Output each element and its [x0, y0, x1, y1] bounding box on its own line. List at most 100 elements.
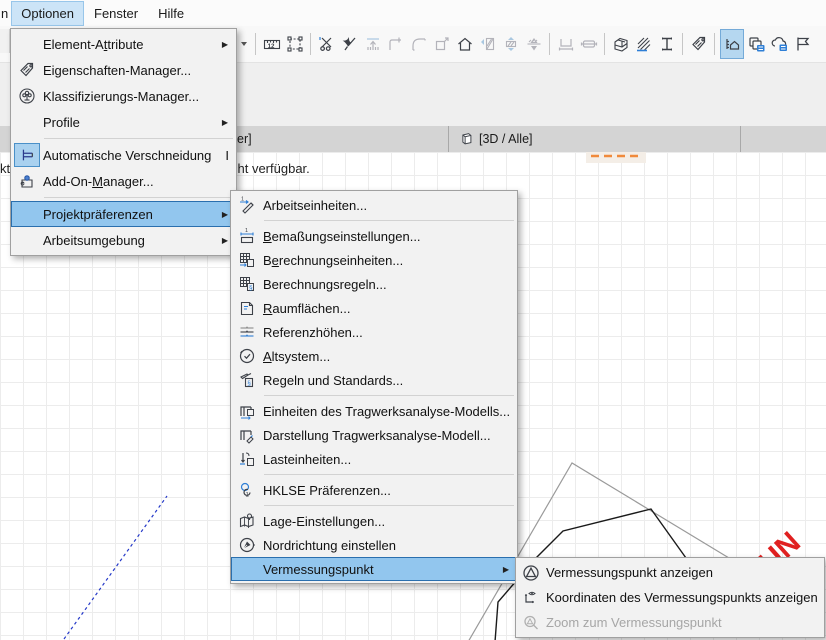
menu-item-arbeitsumgebung[interactable]: Arbeitsumgebung ▶ — [11, 227, 236, 253]
menu-separator — [264, 505, 514, 506]
tab-clipped[interactable]: er] — [237, 132, 252, 146]
menu-item-add-on-manager[interactable]: Add-On-Manager... — [11, 168, 236, 194]
split-scissors-icon[interactable] — [316, 30, 337, 58]
toolbar-separator — [310, 33, 311, 55]
calc-units-icon — [231, 251, 263, 269]
menubar-clipped-item[interactable]: n — [0, 2, 11, 25]
stretch-icon — [362, 30, 383, 58]
submenu-arrow-icon: ▶ — [222, 40, 230, 49]
structural-units-icon — [231, 402, 263, 420]
tag-icon — [11, 61, 43, 79]
tab-separator — [448, 126, 449, 152]
hatch-direction-icon — [500, 30, 521, 58]
door-panel-icon — [477, 30, 498, 58]
tag-label-icon[interactable] — [688, 30, 709, 58]
menu-item-darstellung-tragwerksanalyse[interactable]: Darstellung Tragwerksanalyse-Modell... — [231, 423, 517, 447]
trim-corner-icon — [385, 30, 406, 58]
tab-separator — [740, 126, 741, 152]
steel-profile-icon[interactable] — [656, 30, 677, 58]
marquee-select-icon[interactable] — [284, 30, 305, 58]
ruler-12-icon[interactable]: 12 — [261, 30, 282, 58]
menu-item-nordrichtung-einstellen[interactable]: Nordrichtung einstellen — [231, 533, 517, 557]
load-units-icon — [231, 450, 263, 468]
menu-item-referenzhoehen[interactable]: Referenzhöhen... — [231, 320, 517, 344]
quick-options-icon[interactable] — [720, 29, 744, 59]
tab-3d-alle[interactable]: [3D / Alle] — [452, 126, 539, 152]
zones-icon — [231, 299, 263, 317]
3d-box-icon — [458, 131, 474, 147]
status-message-fragment: cht verfügbar. — [231, 161, 310, 176]
svg-text:§: § — [247, 380, 251, 387]
toolbar-separator — [604, 33, 605, 55]
roof-house-icon[interactable] — [454, 30, 475, 58]
status-message-fragment-left: kt — [0, 161, 10, 176]
menu-separator — [264, 474, 514, 475]
svg-text:12: 12 — [267, 42, 274, 49]
menu-item-arbeitseinheiten[interactable]: 1 Arbeitseinheiten... — [231, 193, 517, 217]
submenu-arrow-icon: ▶ — [222, 210, 230, 219]
survey-point-icon — [516, 564, 546, 582]
menu-item-vermessungspunkt-anzeigen[interactable]: Vermessungspunkt anzeigen — [516, 560, 824, 585]
submenu-arrow-icon: ▶ — [222, 236, 230, 245]
menu-item-berechnungseinheiten[interactable]: Berechnungseinheiten... — [231, 248, 517, 272]
legacy-clock-icon — [231, 347, 263, 365]
svg-text:1: 1 — [245, 228, 248, 234]
menu-separator — [44, 138, 233, 139]
menu-item-element-attribute[interactable]: Element-Attribute ▶ — [11, 31, 236, 57]
classification-icon — [11, 87, 43, 105]
menu-item-koordinaten-anzeigen[interactable]: Koordinaten des Vermessungspunkts anzeig… — [516, 585, 824, 610]
toolbar-separator — [682, 33, 683, 55]
menu-item-berechnungsregeln[interactable]: § Berechnungsregeln... — [231, 272, 517, 296]
reference-levels-icon — [231, 323, 263, 341]
dimension-bracket-icon — [555, 30, 576, 58]
menu-item-raumflaechen[interactable]: Raumflächen... — [231, 296, 517, 320]
svg-text:§: § — [249, 285, 253, 292]
coordinates-eye-icon — [516, 589, 546, 607]
toolbar-clipped-icon — [0, 29, 10, 53]
tab-3d-label: [3D / Alle] — [479, 132, 533, 146]
cloud-settings-badge-icon[interactable] — [769, 30, 790, 58]
menu-item-einheiten-tragwerksanalyse[interactable]: Einheiten des Tragwerksanalyse-Modells..… — [231, 399, 517, 423]
copy-settings-badge-icon[interactable] — [746, 30, 767, 58]
menu-item-klassifizierungs-manager[interactable]: Klassifizierungs-Manager... — [11, 83, 236, 109]
menu-item-automatische-verschneidung[interactable]: Automatische Verschneidung I — [11, 142, 236, 168]
brick-wall-icon[interactable] — [610, 30, 631, 58]
menu-item-profile[interactable]: Profile ▶ — [11, 109, 236, 135]
dropdown-chevron-icon[interactable] — [237, 30, 250, 58]
menubar-item-optionen[interactable]: Optionen — [11, 1, 84, 26]
menu-item-altsystem[interactable]: Altsystem... — [231, 344, 517, 368]
location-map-icon — [231, 512, 263, 530]
menu-item-projektpraeferenzen[interactable]: Projektpräferenzen ▶ — [11, 201, 236, 227]
dimension-box-icon — [578, 30, 599, 58]
menu-item-bemassungseinstellungen[interactable]: 1 Bemaßungseinstellungen... — [231, 224, 517, 248]
flag-icon[interactable] — [792, 30, 813, 58]
menubar-item-hilfe[interactable]: Hilfe — [148, 1, 194, 26]
menu-item-lage-einstellungen[interactable]: Lage-Einstellungen... — [231, 509, 517, 533]
submenu-arrow-icon: ▶ — [222, 118, 230, 127]
toolbar-separator — [255, 33, 256, 55]
rules-standards-icon: § — [231, 371, 263, 389]
svg-text:1: 1 — [241, 197, 244, 203]
toolbar-separator — [714, 33, 715, 55]
menu-item-eigenschaften-manager[interactable]: Eigenschaften-Manager... — [11, 57, 236, 83]
menu-item-vermessungspunkt[interactable]: Vermessungspunkt ▶ — [231, 557, 517, 581]
menu-item-hklse-praeferenzen[interactable]: 1 HKLSE Präferenzen... — [231, 478, 517, 502]
menu-item-regeln-und-standards[interactable]: § Regeln und Standards... — [231, 368, 517, 392]
menu-bar: n Optionen Fenster Hilfe — [0, 0, 826, 26]
adjust-axe-icon[interactable] — [339, 30, 360, 58]
menu-item-lasteinheiten[interactable]: Lasteinheiten... — [231, 447, 517, 471]
menubar-item-fenster[interactable]: Fenster — [84, 1, 148, 26]
fillet-icon — [408, 30, 429, 58]
structural-display-icon — [231, 426, 263, 444]
shortcut-label: I — [225, 148, 245, 163]
svg-text:1: 1 — [246, 493, 250, 499]
options-menu: Element-Attribute ▶ Eigenschaften-Manage… — [10, 28, 237, 256]
addon-puzzle-icon — [11, 172, 43, 190]
submenu-arrow-icon: ▶ — [503, 565, 511, 574]
calc-rules-icon: § — [231, 275, 263, 293]
hatch-lines-icon[interactable] — [633, 30, 654, 58]
project-preferences-menu: 1 Arbeitseinheiten... 1 Bemaßungseinstel… — [230, 190, 518, 584]
menu-item-zoom-zum-vermessungspunkt[interactable]: Zoom zum Vermessungspunkt — [516, 610, 824, 635]
north-compass-icon — [231, 536, 263, 554]
survey-point-menu: Vermessungspunkt anzeigen Koordinaten de… — [515, 557, 825, 638]
